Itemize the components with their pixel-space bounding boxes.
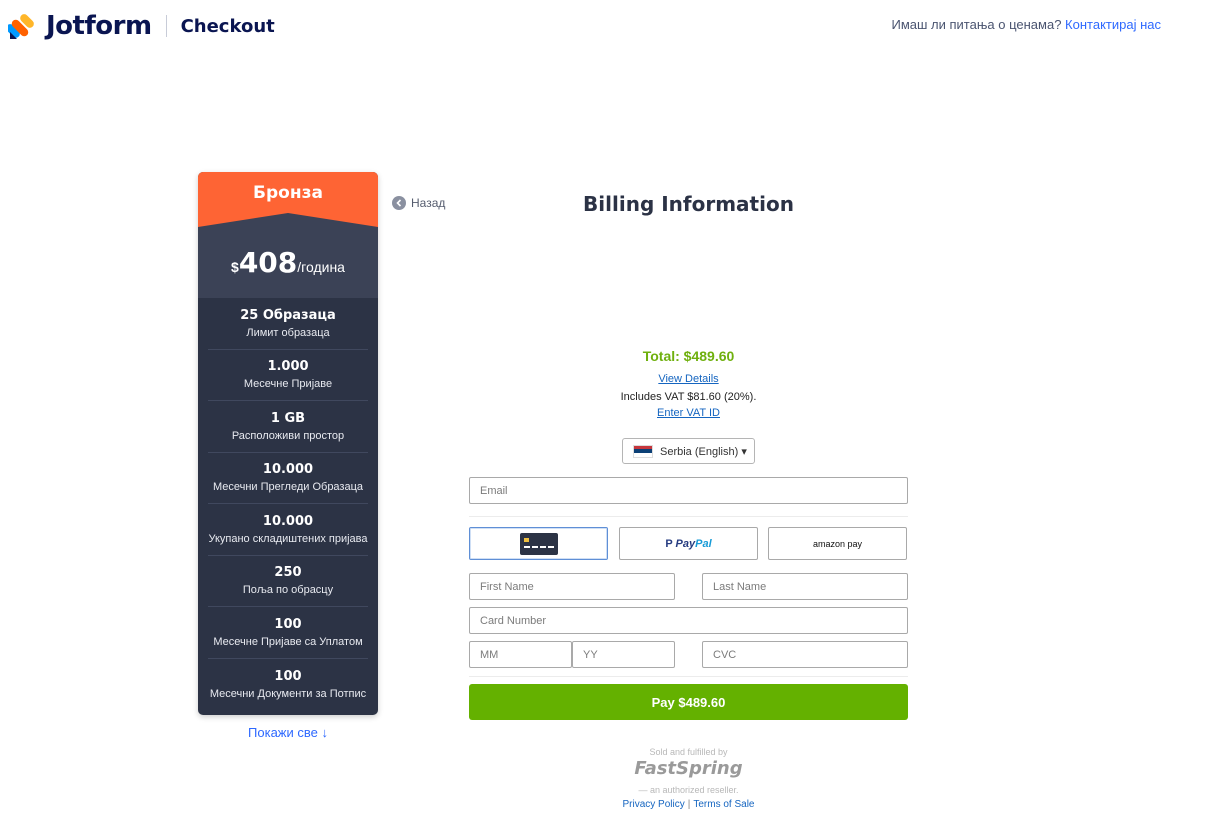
legal-links: Privacy Policy | Terms of Sale <box>469 799 908 810</box>
sold-by-text: Sold and fulfilled by <box>649 747 728 757</box>
plan-name: Бронза <box>253 183 323 203</box>
feature-label: Месечне Пријаве са Уплатом <box>213 635 363 648</box>
pricing-contact: Имаш ли питања о ценама? Контактирај нас <box>891 17 1161 32</box>
feature-value: 10.000 <box>262 462 314 478</box>
plan-feature: 10.000 Укупано складиштених пријава <box>208 504 368 556</box>
terms-of-sale-link[interactable]: Terms of Sale <box>693 799 754 810</box>
plan-feature: 10.000 Месечни Прегледи Образаца <box>208 453 368 504</box>
price-currency: $ <box>231 259 239 275</box>
back-arrow-icon <box>392 196 406 210</box>
plan-feature: 100 Месечне Пријаве са Уплатом <box>208 607 368 659</box>
fastspring-logo: FastSpring <box>634 758 743 779</box>
feature-label: Расположиви простор <box>231 429 345 442</box>
price-amount: 408 <box>238 245 298 279</box>
order-total: Total: $489.60 <box>642 348 735 364</box>
section-title: Checkout <box>180 15 275 37</box>
email-field[interactable]: Email <box>469 477 908 504</box>
plan-card: Бронза $ 408 /година 25 Образаца Лимит о… <box>198 172 378 715</box>
country-label: Serbia (English) ▾ <box>660 445 747 458</box>
first-name-field[interactable]: First Name <box>469 573 675 600</box>
divider <box>469 516 908 517</box>
card-number-field[interactable]: Card Number <box>469 607 908 634</box>
price-period: /година <box>297 259 345 275</box>
expiry-month-field[interactable]: MM <box>469 641 572 668</box>
enter-vat-link[interactable]: Enter VAT ID <box>469 407 908 419</box>
paypal-payment-option[interactable]: P PayPal <box>619 527 758 560</box>
contact-us-link[interactable]: Контактирај нас <box>1065 17 1161 32</box>
feature-value: 1.000 <box>267 359 309 375</box>
billing-title: Billing Information <box>583 192 794 216</box>
feature-label: Поља по обрасцу <box>242 584 334 597</box>
feature-label: Лимит образаца <box>246 326 330 339</box>
reseller-text: — an authorized reseller. <box>638 785 739 795</box>
feature-label: Месечни Прегледи Образаца <box>212 481 364 494</box>
feature-value: 250 <box>274 565 302 581</box>
brand-name: Jotform <box>46 11 152 41</box>
country-select[interactable]: Serbia (English) ▾ <box>622 438 755 464</box>
divider <box>469 676 908 677</box>
feature-value: 1 GB <box>270 410 306 426</box>
plan-feature: 1.000 Месечне Пријаве <box>208 350 368 401</box>
credit-card-icon <box>519 532 558 555</box>
feature-label: Месечни Документи за Потпис <box>209 687 367 700</box>
plan-price: $ 408 /година <box>198 226 378 298</box>
serbia-flag-icon <box>633 444 653 458</box>
feature-value: 100 <box>274 616 302 632</box>
feature-label: Укупано складиштених пријава <box>208 532 368 545</box>
feature-value: 100 <box>274 668 302 684</box>
plan-header: Бронза <box>198 172 378 227</box>
amazon-pay-option[interactable]: amazon pay <box>768 527 907 560</box>
paypal-logo: P PayPal <box>665 537 712 550</box>
back-link[interactable]: Назад <box>392 196 445 210</box>
cvc-field[interactable]: CVC <box>702 641 908 668</box>
feature-label: Месечне Пријаве <box>243 378 333 391</box>
back-label: Назад <box>411 196 446 210</box>
contact-question: Имаш ли питања о ценама? <box>891 17 1062 32</box>
vat-info: Includes VAT $81.60 (20%). <box>620 391 757 403</box>
legal-separator: | <box>687 799 691 810</box>
jotform-logo-icon <box>6 12 36 40</box>
privacy-policy-link[interactable]: Privacy Policy <box>623 799 685 810</box>
plan-feature: 25 Образаца Лимит образаца <box>208 298 368 350</box>
header: Jotform Checkout Имаш ли питања о ценама… <box>0 0 1226 52</box>
feature-value: 25 Образаца <box>240 307 336 323</box>
last-name-field[interactable]: Last Name <box>702 573 908 600</box>
view-details-link[interactable]: View Details <box>469 373 908 385</box>
feature-value: 10.000 <box>262 513 314 529</box>
expiry-year-field[interactable]: YY <box>572 641 675 668</box>
logo-divider <box>165 15 167 37</box>
plan-feature: 250 Поља по обрасцу <box>208 556 368 607</box>
show-all-link[interactable]: Покажи све ↓ <box>198 725 378 740</box>
amazon-pay-logo: amazon pay <box>812 538 863 549</box>
jotform-logo[interactable]: Jotform Checkout <box>6 11 275 41</box>
pay-button[interactable]: Pay $489.60 <box>469 684 908 720</box>
card-payment-option[interactable] <box>469 527 608 560</box>
plan-feature: 100 Месечни Документи за Потпис <box>208 659 368 711</box>
plan-feature: 1 GB Расположиви простор <box>208 401 368 453</box>
